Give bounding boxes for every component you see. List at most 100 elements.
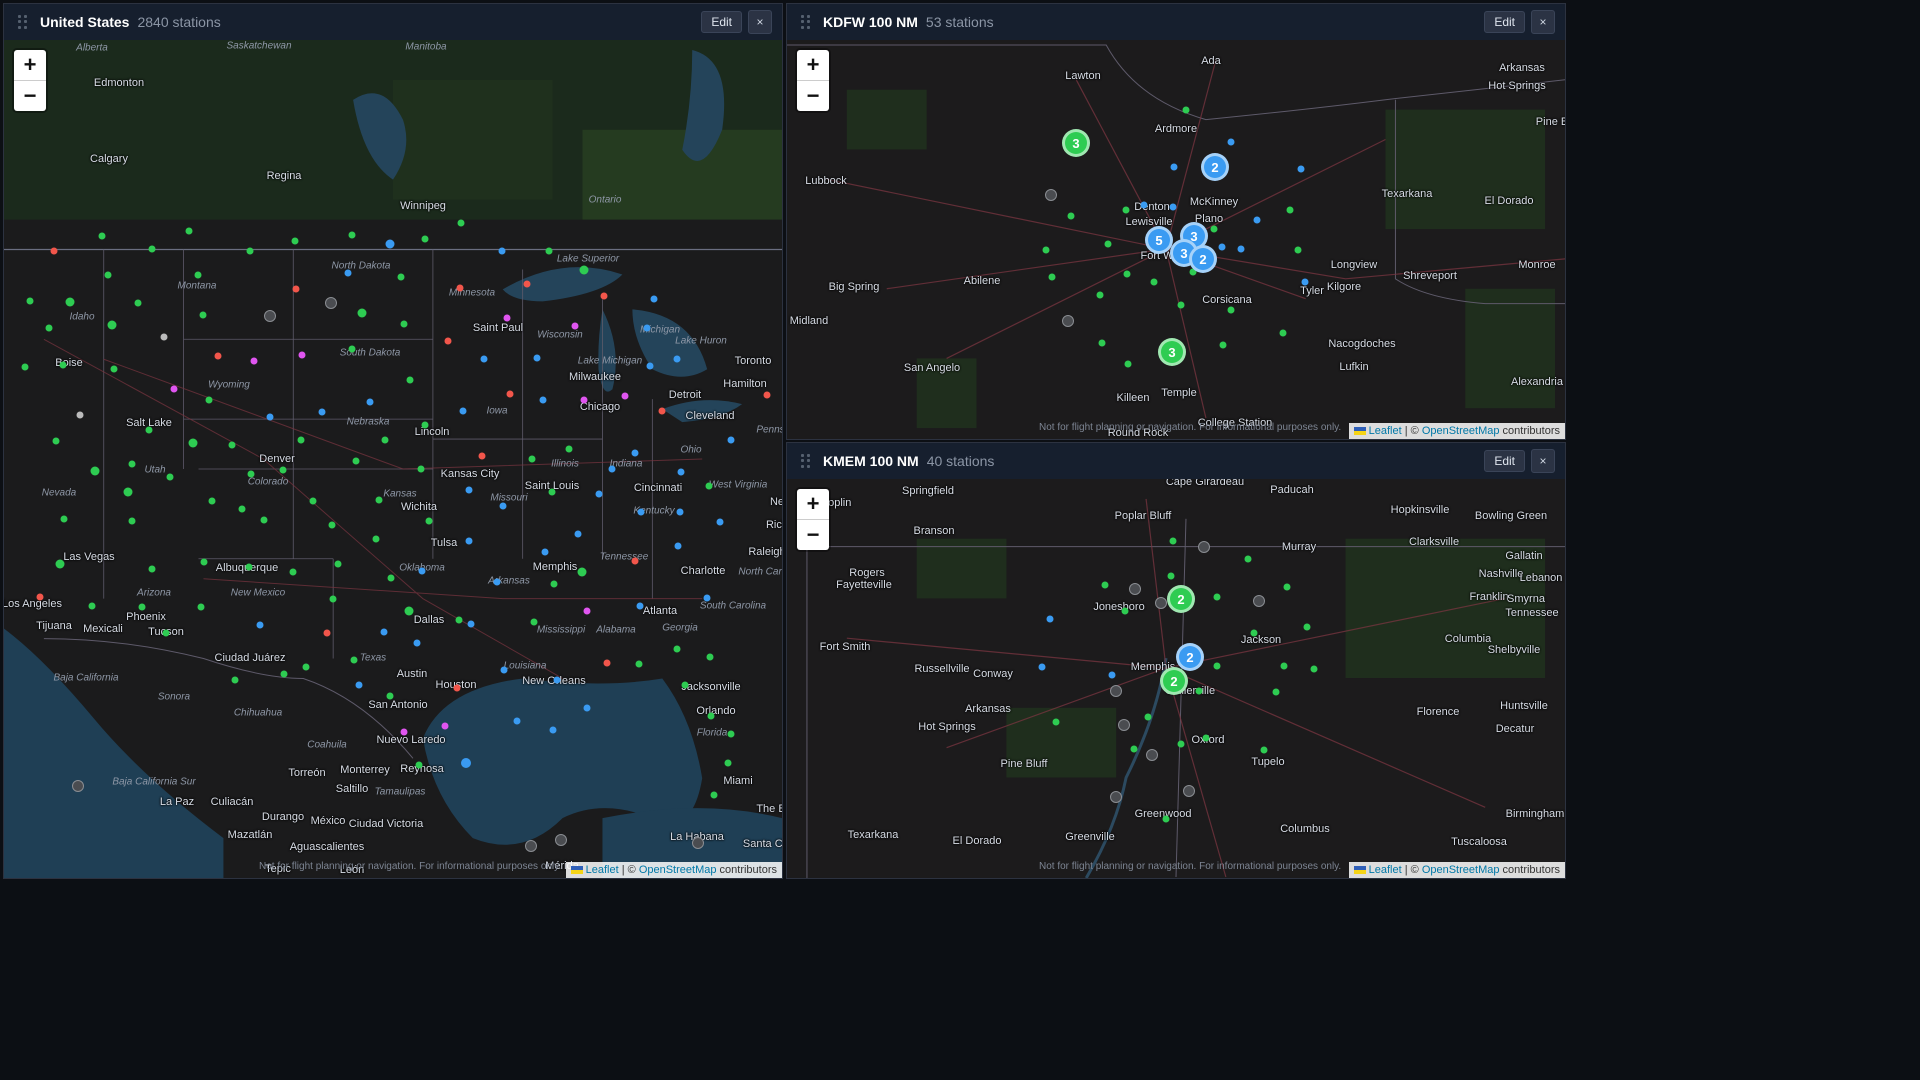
station-marker[interactable] bbox=[1303, 623, 1311, 631]
station-marker[interactable] bbox=[1108, 671, 1116, 679]
station-marker[interactable] bbox=[1062, 315, 1074, 327]
station-marker[interactable] bbox=[1227, 306, 1235, 314]
station-marker[interactable] bbox=[1096, 291, 1104, 299]
station-marker[interactable] bbox=[1104, 240, 1112, 248]
station-marker[interactable] bbox=[453, 684, 461, 692]
station-marker[interactable] bbox=[1219, 341, 1227, 349]
station-marker[interactable] bbox=[197, 603, 205, 611]
station-marker[interactable] bbox=[1038, 663, 1046, 671]
station-marker[interactable] bbox=[1170, 163, 1178, 171]
station-marker[interactable] bbox=[523, 280, 531, 288]
station-marker[interactable] bbox=[52, 437, 60, 445]
station-marker[interactable] bbox=[465, 486, 473, 494]
station-marker[interactable] bbox=[1294, 246, 1302, 254]
station-marker[interactable] bbox=[710, 791, 718, 799]
station-marker[interactable] bbox=[45, 324, 53, 332]
station-marker[interactable] bbox=[325, 297, 337, 309]
station-marker[interactable] bbox=[188, 438, 198, 448]
station-marker[interactable] bbox=[352, 457, 360, 465]
station-marker[interactable] bbox=[246, 247, 254, 255]
station-cluster[interactable]: 2 bbox=[1189, 245, 1217, 273]
station-marker[interactable] bbox=[1227, 138, 1235, 146]
station-marker[interactable] bbox=[478, 452, 486, 460]
station-marker[interactable] bbox=[1042, 246, 1050, 254]
station-marker[interactable] bbox=[1118, 719, 1130, 731]
station-marker[interactable] bbox=[1122, 206, 1130, 214]
station-marker[interactable] bbox=[1272, 688, 1280, 696]
station-marker[interactable] bbox=[298, 351, 306, 359]
station-marker[interactable] bbox=[1250, 629, 1258, 637]
station-marker[interactable] bbox=[727, 730, 735, 738]
station-marker[interactable] bbox=[513, 717, 521, 725]
station-marker[interactable] bbox=[1202, 734, 1210, 742]
station-marker[interactable] bbox=[1045, 189, 1057, 201]
station-marker[interactable] bbox=[280, 670, 288, 678]
station-cluster[interactable]: 2 bbox=[1201, 153, 1229, 181]
station-marker[interactable] bbox=[1177, 301, 1185, 309]
station-marker[interactable] bbox=[727, 436, 735, 444]
station-cluster[interactable]: 3 bbox=[1158, 338, 1186, 366]
station-marker[interactable] bbox=[600, 292, 608, 300]
station-marker[interactable] bbox=[763, 391, 771, 399]
station-marker[interactable] bbox=[499, 502, 507, 510]
station-marker[interactable] bbox=[323, 629, 331, 637]
station-marker[interactable] bbox=[357, 308, 367, 318]
station-marker[interactable] bbox=[65, 297, 75, 307]
osm-link[interactable]: OpenStreetMap bbox=[1422, 864, 1500, 876]
station-marker[interactable] bbox=[635, 660, 643, 668]
station-marker[interactable] bbox=[676, 508, 684, 516]
station-marker[interactable] bbox=[104, 271, 112, 279]
station-marker[interactable] bbox=[328, 521, 336, 529]
station-cluster[interactable]: 5 bbox=[1145, 226, 1173, 254]
station-marker[interactable] bbox=[297, 436, 305, 444]
station-marker[interactable] bbox=[1195, 687, 1203, 695]
station-marker[interactable] bbox=[400, 320, 408, 328]
station-marker[interactable] bbox=[555, 834, 567, 846]
station-marker[interactable] bbox=[706, 653, 714, 661]
station-marker[interactable] bbox=[291, 237, 299, 245]
station-marker[interactable] bbox=[579, 265, 589, 275]
station-marker[interactable] bbox=[214, 352, 222, 360]
station-marker[interactable] bbox=[355, 681, 363, 689]
station-marker[interactable] bbox=[260, 516, 268, 524]
station-marker[interactable] bbox=[264, 310, 276, 322]
close-button[interactable]: × bbox=[1531, 449, 1555, 473]
station-marker[interactable] bbox=[603, 659, 611, 667]
station-marker[interactable] bbox=[413, 639, 421, 647]
station-marker[interactable] bbox=[1213, 593, 1221, 601]
station-marker[interactable] bbox=[1279, 329, 1287, 337]
station-marker[interactable] bbox=[162, 629, 170, 637]
edit-button[interactable]: Edit bbox=[1484, 450, 1525, 472]
station-marker[interactable] bbox=[1260, 746, 1268, 754]
station-marker[interactable] bbox=[387, 574, 395, 582]
station-marker[interactable] bbox=[72, 780, 84, 792]
drag-handle-icon[interactable] bbox=[18, 15, 28, 29]
station-marker[interactable] bbox=[404, 606, 414, 616]
station-marker[interactable] bbox=[128, 460, 136, 468]
station-marker[interactable] bbox=[386, 692, 394, 700]
station-marker[interactable] bbox=[397, 273, 405, 281]
station-marker[interactable] bbox=[366, 398, 374, 406]
station-marker[interactable] bbox=[1124, 360, 1132, 368]
station-marker[interactable] bbox=[1218, 243, 1226, 251]
drag-handle-icon[interactable] bbox=[801, 15, 811, 29]
edit-button[interactable]: Edit bbox=[1484, 11, 1525, 33]
station-marker[interactable] bbox=[148, 245, 156, 253]
station-marker[interactable] bbox=[1297, 165, 1305, 173]
station-marker[interactable] bbox=[134, 299, 142, 307]
station-marker[interactable] bbox=[199, 311, 207, 319]
station-marker[interactable] bbox=[247, 470, 255, 478]
station-marker[interactable] bbox=[461, 758, 471, 768]
station-marker[interactable] bbox=[500, 666, 508, 674]
edit-button[interactable]: Edit bbox=[701, 11, 742, 33]
station-marker[interactable] bbox=[1244, 555, 1252, 563]
leaflet-link[interactable]: Leaflet bbox=[1369, 425, 1402, 437]
station-marker[interactable] bbox=[530, 618, 538, 626]
station-marker[interactable] bbox=[650, 295, 658, 303]
station-marker[interactable] bbox=[200, 558, 208, 566]
station-marker[interactable] bbox=[350, 656, 358, 664]
station-marker[interactable] bbox=[170, 385, 178, 393]
station-marker[interactable] bbox=[1146, 749, 1158, 761]
station-cluster[interactable]: 2 bbox=[1176, 643, 1204, 671]
drag-handle-icon[interactable] bbox=[801, 454, 811, 468]
